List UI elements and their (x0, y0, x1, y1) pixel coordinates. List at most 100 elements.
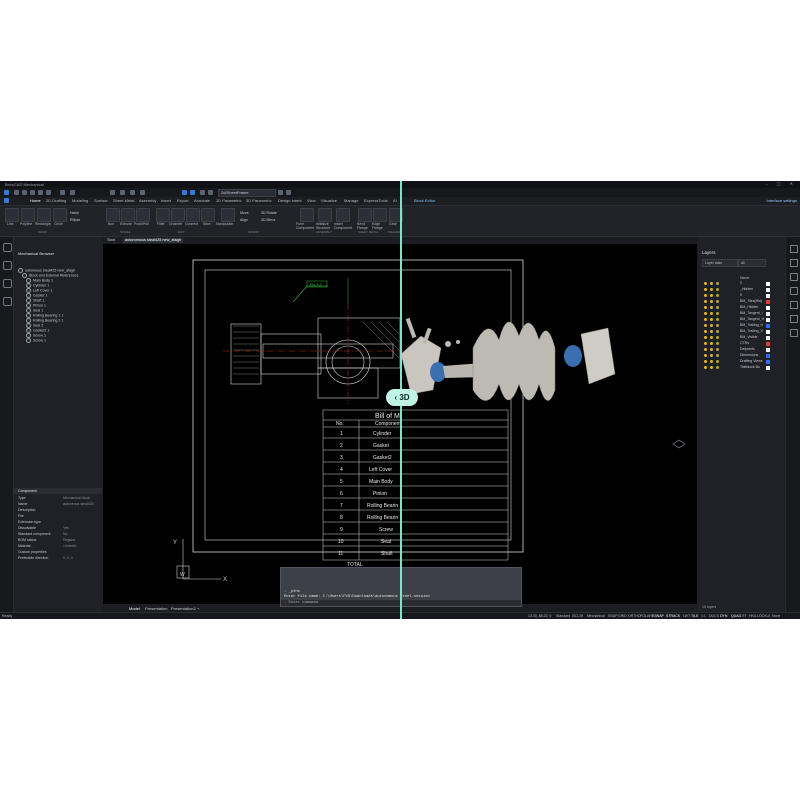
redo-icon[interactable] (46, 190, 51, 195)
layer-row[interactable]: Titleblock Bo (704, 365, 784, 371)
library-icon[interactable] (790, 315, 798, 323)
component-section-header[interactable]: Component (14, 488, 102, 494)
prop-row[interactable]: BOM status Regular (18, 538, 102, 542)
tab-visualize[interactable]: Visualize (321, 198, 337, 203)
prop-row[interactable]: Preferable direction 0, 0, 0 (18, 556, 102, 560)
tab-surface[interactable]: Surface (94, 198, 108, 203)
formula-icon[interactable] (3, 279, 12, 288)
3d-toggle-button[interactable]: ‹ 3D (386, 389, 418, 406)
fillet-tool-icon[interactable] (156, 208, 170, 222)
interface-settings-link[interactable]: Interface settings (767, 198, 797, 203)
layer-color-swatch[interactable] (766, 312, 770, 316)
polyline-tool-icon[interactable] (21, 208, 35, 222)
cloud-icon[interactable] (790, 329, 798, 337)
save-icon[interactable] (30, 190, 35, 195)
status-item[interactable]: SNAP (608, 614, 618, 618)
layer-color-swatch[interactable] (766, 330, 770, 334)
app-menu-icon[interactable] (4, 190, 9, 195)
tab-annotate[interactable]: Annotate (194, 198, 210, 203)
add-tab-button[interactable]: + (197, 606, 199, 611)
workspace-select[interactable]: 2d/SheetFrame (218, 189, 276, 197)
tab-home[interactable]: Home (30, 198, 41, 203)
status-item[interactable]: None (772, 614, 780, 618)
layer-color-swatch[interactable] (766, 300, 770, 304)
prop-row[interactable]: Type Mechanical block (18, 496, 102, 500)
status-item[interactable]: LOCKUI (757, 614, 770, 618)
cube-icon[interactable] (3, 261, 12, 270)
status-item[interactable]: Standard (556, 614, 570, 618)
tab-2d-parametric[interactable]: 2D Parametric (216, 198, 242, 203)
status-item[interactable]: ESNAP (652, 614, 664, 618)
layer-filter-select[interactable]: All (738, 259, 766, 267)
insert-component-icon[interactable] (336, 208, 350, 222)
chamfer-tool-icon[interactable] (171, 208, 185, 222)
tab-presentation2[interactable]: Presentation2 (171, 606, 196, 611)
status-item[interactable]: ORTHO (628, 614, 641, 618)
toolbar-icon[interactable] (182, 190, 187, 195)
prop-row[interactable]: Custom properties (18, 550, 102, 554)
bend-flange-icon[interactable] (358, 208, 372, 222)
toolbar-icon[interactable] (278, 190, 283, 195)
table-icon[interactable] (790, 301, 798, 309)
toolbar-icon[interactable] (208, 190, 213, 195)
tab-block-editor[interactable]: Block Editor (414, 198, 435, 203)
layer-color-swatch[interactable] (766, 366, 770, 370)
toolbar-icon[interactable] (130, 190, 135, 195)
push-pull-tool-icon[interactable] (136, 208, 150, 222)
slice-tool-icon[interactable] (201, 208, 215, 222)
status-item[interactable]: STRACK (666, 614, 680, 618)
status-item[interactable]: QUAD (731, 614, 741, 618)
layer-color-swatch[interactable] (766, 360, 770, 364)
toolbar-icon[interactable] (120, 190, 125, 195)
layer-color-swatch[interactable] (766, 354, 770, 358)
properties-icon[interactable] (790, 245, 798, 253)
tab-view[interactable]: View (307, 198, 316, 203)
status-item[interactable]: TILE (691, 614, 698, 618)
tab-manage[interactable]: Manage (344, 198, 358, 203)
print-icon[interactable] (60, 190, 65, 195)
status-item[interactable]: POLAR (640, 614, 652, 618)
tree-item[interactable]: Screw 1 (26, 338, 46, 343)
prop-row[interactable]: Name autoneous steal425 (18, 502, 102, 506)
toolbar-icon[interactable] (190, 190, 195, 195)
layer-color-swatch[interactable] (766, 336, 770, 340)
line-tool-icon[interactable] (5, 208, 19, 222)
tab-sheet-metal[interactable]: Sheet Metal (113, 198, 134, 203)
tab-3d-parametric[interactable]: 3D Parametric (246, 198, 272, 203)
hatch-tool[interactable]: Hatch (70, 210, 79, 216)
layer-color-swatch[interactable] (766, 318, 770, 322)
status-item[interactable]: RT (742, 614, 747, 618)
status-item[interactable]: 1:1 (701, 614, 706, 618)
tab-active-drawing[interactable]: autonomous steal425 new_afagh (123, 238, 183, 243)
layers-icon[interactable] (790, 259, 798, 267)
lightbulb-icon[interactable] (3, 243, 12, 252)
initialize-structure-icon[interactable] (318, 208, 332, 222)
align-tool[interactable]: Align (240, 217, 248, 223)
tab-model[interactable]: Model (129, 606, 140, 611)
layer-color-swatch[interactable] (766, 294, 770, 298)
box-tool-icon[interactable] (106, 208, 120, 222)
3d-rotate-tool[interactable]: 3D Rotate (261, 210, 277, 216)
move-tool[interactable]: Move (240, 210, 249, 216)
connect-tool-icon[interactable] (186, 208, 200, 222)
circle-tool-icon[interactable] (53, 208, 67, 222)
layer-color-swatch[interactable] (766, 348, 770, 352)
toolbar-icon[interactable] (286, 190, 291, 195)
tab-design-intent[interactable]: Design Intent (278, 198, 302, 203)
prop-row[interactable]: Extension type (18, 520, 102, 524)
status-item[interactable]: HKA (749, 614, 756, 618)
tab-export[interactable]: Export (177, 198, 189, 203)
structure-icon[interactable] (3, 297, 12, 306)
tab-insert[interactable]: Insert (161, 198, 171, 203)
undo-icon[interactable] (38, 190, 43, 195)
bricscad-logo-icon[interactable] (4, 198, 9, 203)
form-component-icon[interactable] (300, 208, 314, 222)
toolbar-icon[interactable] (140, 190, 145, 195)
status-item[interactable]: GRID (618, 614, 627, 618)
prop-row[interactable]: Description (18, 508, 102, 512)
window-controls[interactable]: – ▢ ✕ (765, 181, 797, 186)
tab-start[interactable]: Start (105, 238, 117, 243)
prop-row[interactable]: Standard component No (18, 532, 102, 536)
tab-assembly[interactable]: Assembly (139, 198, 156, 203)
layer-color-swatch[interactable] (766, 306, 770, 310)
